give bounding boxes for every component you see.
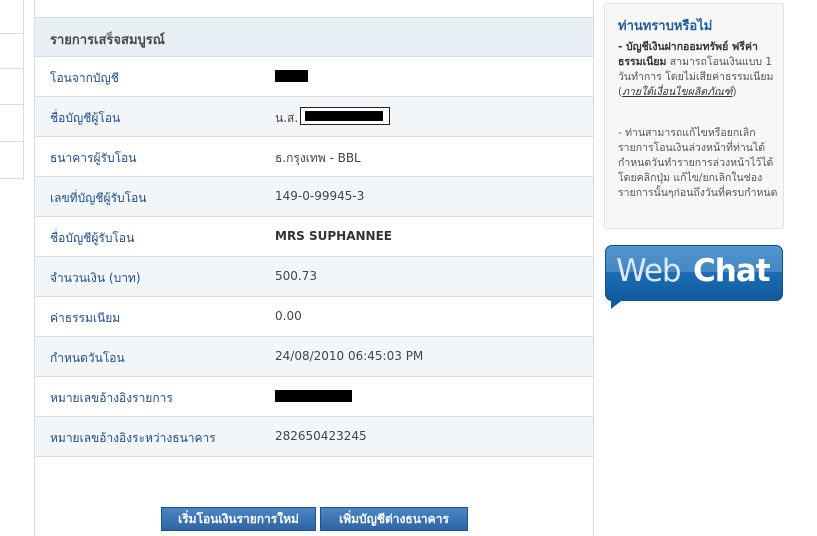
row-amount: จำนวนเงิน (บาท) 500.73 [35,257,593,297]
row-value: 149-0-99945-3 [275,189,365,203]
redaction-bar [305,111,383,121]
info-title: ท่านทราบหรือไม่ [618,19,713,34]
row-recipient-account-no: เลขที่บัญชีผู้รับโอน 149-0-99945-3 [35,177,593,217]
redacted-value [275,70,308,82]
divider [0,104,24,105]
row-label: หมายเลขอ้างอิงระหว่างธนาคาร [50,431,216,445]
webchat-button[interactable]: Web Chat [605,245,783,301]
webchat-web-text: Web [616,253,682,289]
row-transfer-date: กำหนดวันโอน 24/08/2010 06:45:03 PM [35,337,593,377]
row-recipient-name: ชื่อบัญชีผู้รับโอน MRS SUPHANNEE [35,217,593,257]
transfer-result-panel: รายการเสร็จสมบูรณ์ โอนจากบัญชี ชื่อบัญชี… [34,0,594,536]
panel-header: รายการเสร็จสมบูรณ์ [35,17,593,57]
row-label: ค่าธรรมเนียม [50,311,121,325]
redacted-value [300,107,390,125]
new-transfer-button[interactable]: เริ่มโอนเงินรายการใหม่ [161,507,316,531]
row-interbank-ref: หมายเลขอ้างอิงระหว่างธนาคาร 282650423245 [35,417,593,457]
add-external-account-button[interactable]: เพิ่มบัญชีต่างธนาคาร [320,507,468,531]
row-transaction-ref: หมายเลขอ้างอิงรายการ [35,377,593,417]
row-value: 24/08/2010 06:45:03 PM [275,349,424,363]
row-label: ชื่อบัญชีผู้โอน [50,111,121,125]
row-value: น.ส. [275,111,299,125]
row-label: เลขที่บัญชีผู้รับโอน [50,191,147,205]
left-column-stub [0,0,24,180]
divider [0,178,24,179]
row-label: กำหนดวันโอน [50,351,125,365]
row-label: ธนาคารผู้รับโอน [50,151,137,165]
did-you-know-box: ท่านทราบหรือไม่ - บัญชีเงินฝากออมทรัพย์ … [604,3,784,229]
info-paragraph-1: - บัญชีเงินฝากออมทรัพย์ ฟรีค่าธรรมเนียม … [618,40,778,100]
product-conditions-link[interactable]: ภายใต้เงื่อนไขผลิตภัณฑ์ [622,86,732,98]
row-sender-name: ชื่อบัญชีผู้โอน น.ส. [35,97,593,137]
row-label: หมายเลขอ้างอิงรายการ [50,391,173,405]
divider [0,68,24,69]
row-recipient-bank: ธนาคารผู้รับโอน ธ.กรุงเทพ - BBL [35,137,593,177]
speech-bubble-tail-icon [611,298,625,309]
redacted-value [275,390,352,402]
info-text-end: ) [732,86,737,98]
row-value: 500.73 [275,269,317,283]
row-label: โอนจากบัญชี [50,71,119,85]
row-label: จำนวนเงิน (บาท) [50,271,141,285]
row-value: 0.00 [275,309,302,323]
row-from-account: โอนจากบัญชี [35,57,593,97]
webchat-chat-text: Chat [693,253,771,289]
row-value: ธ.กรุงเทพ - BBL [275,151,361,165]
panel-title: รายการเสร็จสมบูรณ์ [50,33,165,48]
row-value: 282650423245 [275,429,367,443]
row-fee: ค่าธรรมเนียม 0.00 [35,297,593,337]
row-value: MRS SUPHANNEE [275,229,392,243]
info-paragraph-2: - ท่านสามารถแก้ไขหรือยกเลิก รายการโอนเงิ… [618,127,778,199]
row-label: ชื่อบัญชีผู้รับโอน [50,231,135,245]
result-table: โอนจากบัญชี ชื่อบัญชีผู้โอน น.ส. ธนาคารผ… [35,57,593,457]
divider [0,33,24,34]
divider [0,141,24,142]
